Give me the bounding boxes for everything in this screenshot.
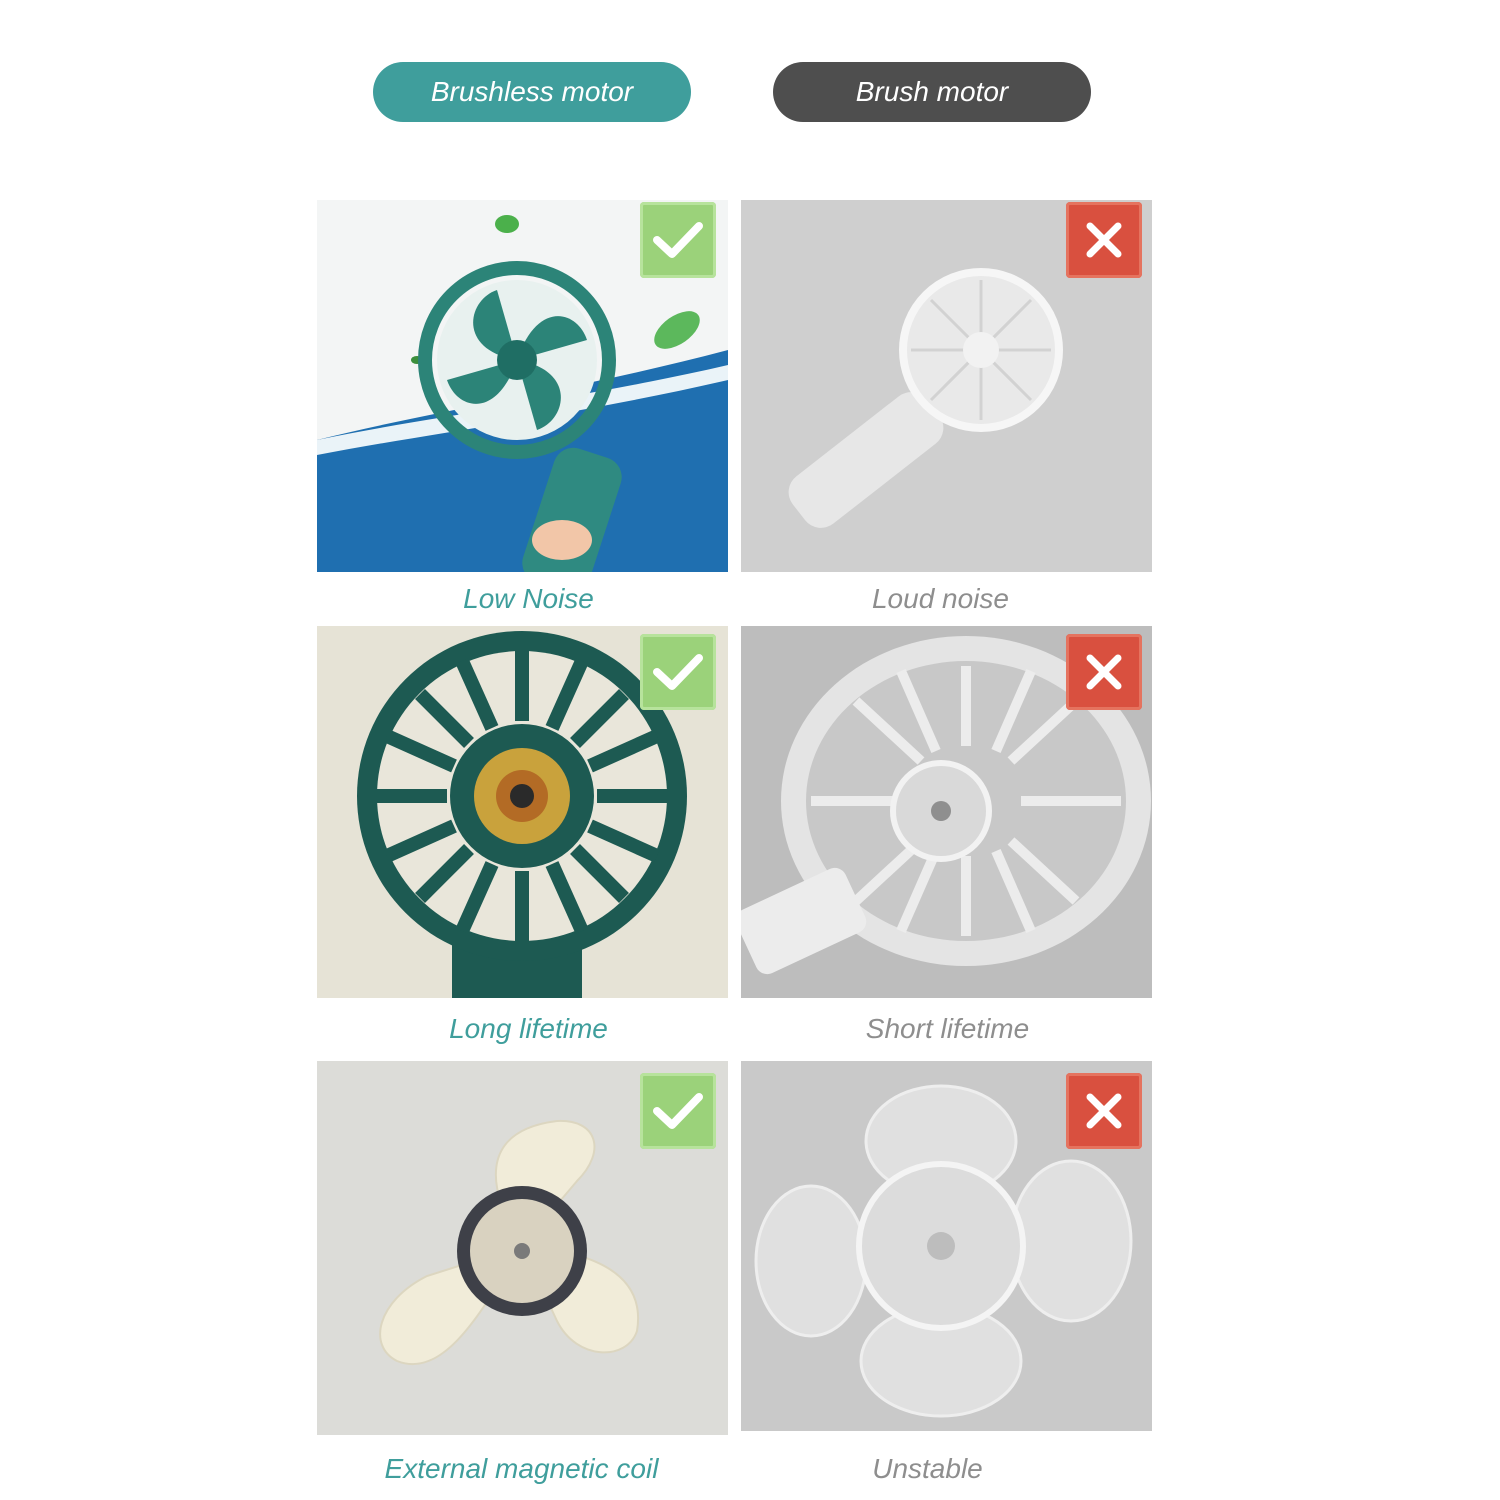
cross-badge: [1066, 202, 1142, 278]
cross-icon: [1086, 654, 1122, 690]
brush-motor-label: Brush motor: [773, 62, 1091, 122]
brush-fan-photo: [741, 200, 1152, 572]
low-noise-caption: Low Noise: [463, 583, 594, 614]
check-badge: [640, 634, 716, 710]
check-icon: [653, 654, 703, 690]
loud-noise-caption: Loud noise: [871, 583, 1009, 614]
check-icon: [653, 222, 703, 258]
unstable-caption: Unstable: [872, 1453, 983, 1484]
cross-badge: [1066, 634, 1142, 710]
brushless-motor-label: Brushless motor: [373, 62, 691, 122]
brush-motor-cage-photo: [741, 626, 1152, 998]
check-badge: [640, 1073, 716, 1149]
cross-badge: [1066, 1073, 1142, 1149]
check-badge: [640, 202, 716, 278]
cross-icon: [1086, 1093, 1122, 1129]
cross-icon: [1086, 222, 1122, 258]
brushless-motor-cage-photo: [317, 626, 728, 998]
short-lifetime-caption: Short lifetime: [865, 1013, 1030, 1044]
check-icon: [653, 1093, 703, 1129]
brush-blade-photo: [741, 1061, 1152, 1431]
long-lifetime-caption: Long lifetime: [449, 1013, 608, 1044]
brushless-blade-photo: [317, 1061, 728, 1435]
external-magnetic-coil-caption: External magnetic coil: [384, 1453, 659, 1484]
brushless-fan-photo: [317, 200, 728, 572]
